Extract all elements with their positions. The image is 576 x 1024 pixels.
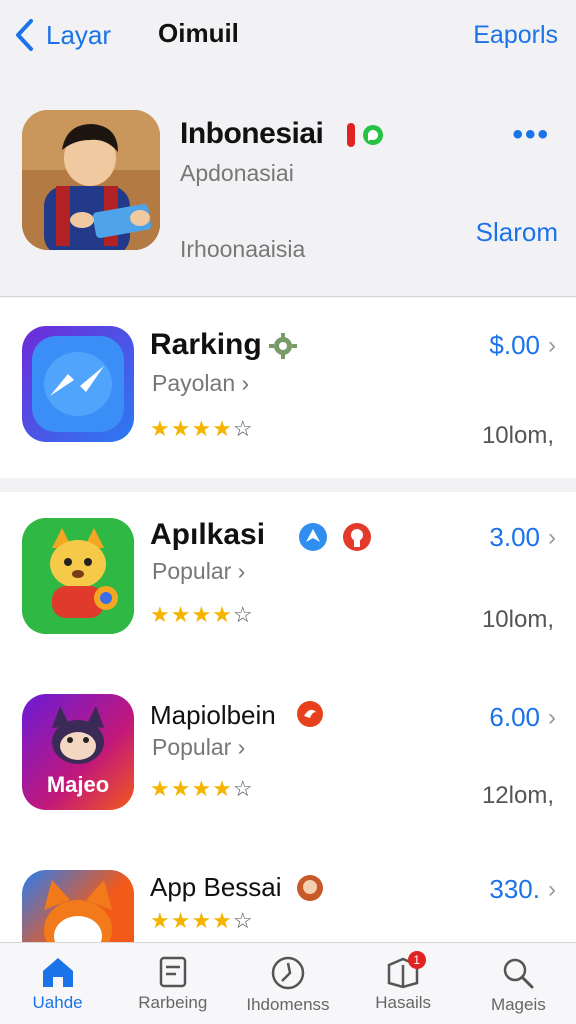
price-button[interactable]: 3.00 ›	[489, 522, 556, 553]
star-outline-icon: ☆	[232, 416, 254, 441]
app-name: Rarking	[150, 328, 262, 361]
back-button[interactable]: Layar	[14, 18, 111, 52]
app-category: Popular ›	[152, 558, 246, 584]
featured-app-subtitle: Apdonasiai	[180, 160, 294, 186]
send-badge-icon	[299, 523, 327, 551]
star-icon: ★★★★	[150, 776, 233, 801]
price-button[interactable]: 6.00 ›	[489, 702, 556, 733]
list-item[interactable]: Apılkasi Popular › ★★★★ ☆ 3.00 › 10lom,	[0, 492, 576, 672]
price-label: 6.00	[489, 702, 540, 732]
chevron-right-icon: ›	[548, 703, 556, 731]
chat-bubble-icon	[363, 125, 383, 145]
app-size: 12lom,	[481, 782, 554, 809]
price-button[interactable]: $.00 ›	[489, 330, 556, 361]
page-title: Oimuil	[158, 18, 239, 48]
compass-icon	[271, 956, 305, 990]
price-button[interactable]: 330. ›	[489, 874, 556, 905]
tab-uahde[interactable]: Uahde	[0, 943, 115, 1024]
tab-label: Rarbeing	[138, 993, 208, 1012]
chevron-right-icon: ›	[548, 875, 556, 903]
app-size: 10lom,	[481, 606, 554, 633]
cat-game-app-icon	[22, 518, 134, 634]
tab-mageis[interactable]: Mageis	[461, 943, 576, 1024]
app-size: 10lom,	[481, 422, 554, 449]
tab-bar: Uahde Rarbeing Ihdomenss 1 Hasails Magei…	[0, 942, 576, 1024]
document-icon	[159, 956, 187, 988]
notification-badge: 1	[407, 951, 426, 969]
navigation-bar: Layar Oimuil Eaporls	[0, 0, 576, 70]
fox-app-icon	[22, 870, 134, 950]
featured-app-image	[22, 110, 160, 250]
featured-action-button[interactable]: Slarom	[476, 217, 558, 248]
app-category: Popular ›	[152, 734, 246, 760]
list-item[interactable]: App Bessai ★★★★ ☆ 330. ›	[0, 848, 576, 950]
more-options-button[interactable]: •••	[512, 118, 550, 152]
nav-right-button[interactable]: Eaporls	[473, 21, 558, 50]
chevron-left-icon	[16, 19, 33, 51]
featured-app-card[interactable]: Inbonesiai ••• Apdonasiai Slarom Irhoona…	[0, 92, 576, 297]
chevron-right-icon: ›	[548, 523, 556, 551]
star-icon: ★★★★	[150, 416, 233, 441]
app-name: Mapiolbein	[150, 700, 276, 730]
star-outline-icon: ☆	[232, 602, 254, 627]
featured-badges	[346, 122, 384, 148]
tab-label: Hasails	[375, 993, 432, 1012]
tab-ihdomenss[interactable]: Ihdomenss	[230, 943, 345, 1024]
gear-icon	[269, 333, 297, 359]
tab-hasails[interactable]: 1 Hasails	[346, 943, 461, 1024]
star-rating: ★★★★ ☆	[150, 416, 254, 442]
tab-rarbeing[interactable]: Rarbeing	[115, 943, 230, 1024]
app-name: App Bessai	[150, 872, 282, 902]
star-outline-icon: ☆	[232, 776, 254, 801]
messenger-app-icon	[22, 326, 134, 442]
app-store-screen: Layar Oimuil Eaporls Inbonesiai ••• Apdo…	[0, 0, 576, 1024]
price-label: 3.00	[489, 522, 540, 552]
star-icon: ★★★★	[150, 602, 233, 627]
search-icon	[504, 958, 534, 989]
house-icon	[42, 958, 73, 987]
flame-badge-icon	[297, 701, 323, 727]
star-rating: ★★★★ ☆	[150, 602, 254, 628]
featured-app-title: Inbonesiai	[180, 117, 324, 150]
list-item[interactable]: Majeo Mapiolbein Popular › ★★★★ ☆ 6.00 › …	[0, 672, 576, 852]
chevron-right-icon: ›	[548, 331, 556, 359]
list-item[interactable]: Rarking Payolan › ★★★★ ☆ $.00 › 10lom,	[0, 298, 576, 478]
majeo-app-icon: Majeo	[22, 694, 134, 810]
price-label: $.00	[489, 330, 540, 360]
featured-app-footer: Irhoonaaisia	[180, 236, 306, 262]
price-label: 330.	[489, 874, 540, 904]
star-rating: ★★★★ ☆	[150, 908, 254, 934]
face-badge-icon	[297, 875, 323, 901]
star-rating: ★★★★ ☆	[150, 776, 254, 802]
back-label: Layar	[46, 19, 112, 50]
red-badge-icon	[347, 123, 355, 147]
star-icon: ★★★★	[150, 908, 233, 933]
award-badge-icon	[343, 523, 371, 551]
majeo-icon-text: Majeo	[47, 772, 109, 797]
app-category: Payolan ›	[152, 370, 250, 396]
tab-label: Ihdomenss	[246, 995, 330, 1014]
star-outline-icon: ☆	[232, 908, 254, 933]
app-name: Apılkasi	[150, 518, 266, 551]
tab-label: Uahde	[32, 993, 83, 1012]
tab-label: Mageis	[490, 995, 546, 1014]
